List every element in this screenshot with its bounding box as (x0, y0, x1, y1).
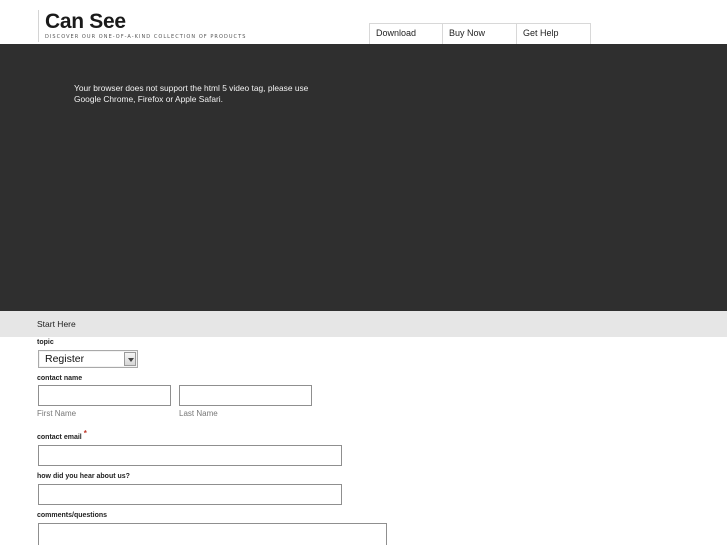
contact-name-label: contact name (37, 375, 83, 382)
brand-logo[interactable]: Can See (45, 10, 126, 34)
last-name-hint: Last Name (179, 409, 218, 418)
nav-buy-now[interactable]: Buy Now (443, 23, 517, 44)
contact-email-label-text: contact email (37, 434, 82, 441)
section-header: Start Here (0, 311, 727, 337)
last-name-input[interactable] (179, 385, 312, 406)
page: Can See DISCOVER OUR ONE-OF-A-KIND COLLE… (0, 0, 727, 545)
first-name-hint: First Name (37, 409, 77, 418)
video-player[interactable]: Your browser does not support the html 5… (0, 44, 727, 311)
main-nav: Download Buy Now Get Help (369, 23, 591, 44)
first-name-input[interactable] (38, 385, 171, 406)
topic-select-value: Register (45, 353, 85, 365)
site-header: Can See DISCOVER OUR ONE-OF-A-KIND COLLE… (0, 0, 727, 44)
nav-get-help[interactable]: Get Help (517, 23, 591, 44)
nav-download[interactable]: Download (369, 23, 443, 44)
section-title: Start Here (37, 319, 76, 329)
logo-divider (38, 10, 39, 42)
hear-about-label: how did you hear about us? (37, 473, 130, 480)
chevron-down-icon[interactable] (124, 352, 136, 366)
video-fallback-message: Your browser does not support the html 5… (74, 83, 309, 104)
hear-about-input[interactable] (38, 484, 342, 505)
brand-tagline: DISCOVER OUR ONE-OF-A-KIND COLLECTION OF… (45, 34, 247, 40)
contact-email-input[interactable] (38, 445, 342, 466)
contact-email-label: contact email * (37, 429, 87, 441)
comments-label: comments/questions (37, 512, 108, 519)
topic-label: topic (37, 339, 54, 346)
topic-select[interactable]: Register (38, 350, 138, 368)
comments-textarea[interactable] (38, 523, 387, 545)
required-marker: * (83, 429, 87, 438)
